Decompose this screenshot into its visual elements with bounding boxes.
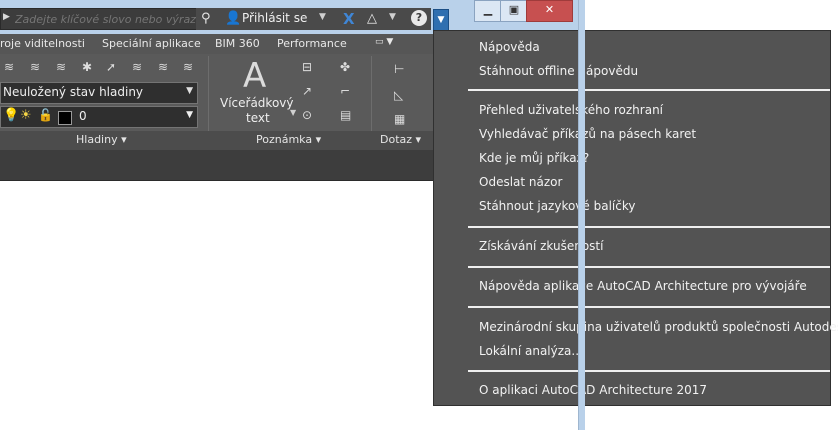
layer-dropdown[interactable]: 💡 ☀ 🔓 0 ▼: [0, 106, 198, 128]
maximize-button[interactable]: ▣: [500, 0, 528, 22]
layer-state-label: Neuložený stav hladiny: [3, 85, 144, 99]
layer-tool-icon[interactable]: ✱: [82, 60, 92, 74]
a360-dropdown-icon[interactable]: ▼: [389, 12, 396, 22]
layer-state-dropdown[interactable]: Neuložený stav hladiny ▼: [0, 82, 198, 104]
sun-icon[interactable]: ☀: [20, 108, 32, 123]
panel-title-bar: Hladiny ▾ Poznámka ▾ Dotaz ▾: [0, 131, 433, 150]
window-frame-edge: [578, 0, 585, 430]
table-icon[interactable]: ▤: [340, 108, 351, 122]
measure-icon[interactable]: ⊢: [394, 62, 404, 76]
layer-tool-icon[interactable]: ≋: [158, 60, 168, 74]
menu-item-where-is-my-command[interactable]: Kde je můj příkaz?: [479, 151, 589, 165]
menu-separator: [468, 266, 830, 268]
close-button[interactable]: ✕: [526, 0, 573, 22]
help-dropdown-button[interactable]: ▼: [433, 9, 449, 31]
panel-title-annotation[interactable]: Poznámka ▾: [256, 133, 321, 146]
sign-in-button[interactable]: Přihlásit se: [242, 11, 307, 25]
menu-item-ui-overview[interactable]: Přehled uživatelského rozhraní: [479, 103, 663, 117]
chevron-down-icon[interactable]: ▼: [186, 86, 193, 96]
layer-tool-icon[interactable]: ≋: [30, 60, 40, 74]
lock-icon[interactable]: 🔓: [38, 108, 53, 122]
multiline-text-label[interactable]: text: [246, 111, 270, 125]
minimize-button[interactable]: ▁: [474, 0, 502, 22]
layer-tool-icon[interactable]: ➚: [106, 60, 116, 74]
layer-tool-icon[interactable]: ≋: [4, 60, 14, 74]
panel-title-layers[interactable]: Hladiny ▾: [76, 133, 127, 146]
search-box[interactable]: ▶: [0, 8, 199, 30]
menu-item-autodesk-user-group[interactable]: Mezinárodní skupina uživatelů produktů s…: [479, 320, 838, 334]
calculator-icon[interactable]: ▦: [394, 112, 405, 126]
dimension-icon[interactable]: ⊟: [302, 60, 312, 74]
a360-icon[interactable]: △: [367, 11, 377, 27]
tab-performance[interactable]: Performance: [277, 37, 347, 50]
layer-color-swatch[interactable]: [58, 111, 72, 125]
menu-separator: [468, 89, 830, 91]
leader-icon[interactable]: ↗: [302, 84, 312, 98]
tab-visibility-tools[interactable]: roje viditelnosti: [0, 37, 85, 50]
ribbon-minimize-icon[interactable]: ▭ ▼: [375, 37, 393, 47]
sign-in-dropdown-icon[interactable]: ▼: [319, 12, 326, 22]
menu-separator: [468, 370, 830, 372]
menu-item-send-feedback[interactable]: Odeslat názor: [479, 175, 562, 189]
ribbon-bottom-strip: [0, 150, 433, 181]
search-expand-icon[interactable]: ▶: [3, 12, 10, 22]
menu-item-download-offline-help[interactable]: Stáhnout offline nápovědu: [479, 64, 638, 78]
panel-title-query[interactable]: Dotaz ▾: [380, 133, 421, 146]
layer-tool-icon[interactable]: ≋: [56, 60, 66, 74]
ribbon-tab-bar: roje viditelnosti Speciální aplikace BIM…: [0, 34, 433, 54]
menu-item-developer-help[interactable]: Nápověda aplikace AutoCAD Architecture p…: [479, 279, 807, 293]
infocenter-toolbar: ⚲ 👤 Přihlásit se ▼ X △ ▼ ?: [196, 8, 431, 30]
menu-separator: [468, 306, 830, 308]
help-menu: Nápověda Stáhnout offline nápovědu Přehl…: [433, 30, 838, 406]
linear-dim-icon[interactable]: ⌐: [340, 84, 350, 98]
lightbulb-icon[interactable]: 💡: [3, 108, 19, 123]
table-tool-icon[interactable]: ⊙: [302, 108, 312, 122]
area-icon[interactable]: ◺: [394, 88, 403, 102]
help-icon[interactable]: ?: [411, 10, 427, 26]
menu-item-about[interactable]: O aplikaci AutoCAD Architecture 2017: [479, 383, 707, 397]
multiline-text-label[interactable]: Víceřádkový: [220, 96, 294, 110]
binoculars-icon[interactable]: ⚲: [201, 11, 211, 27]
chevron-down-icon[interactable]: ▼: [186, 110, 193, 120]
multiline-text-icon[interactable]: A: [243, 56, 266, 96]
multileader-icon[interactable]: ✤: [340, 60, 350, 74]
layer-tool-icon[interactable]: ≋: [183, 60, 193, 74]
tab-special-apps[interactable]: Speciální aplikace: [102, 37, 201, 50]
layer-tool-icon[interactable]: ≋: [132, 60, 142, 74]
search-input[interactable]: [13, 9, 199, 29]
user-icon[interactable]: 👤: [225, 11, 241, 27]
menu-item-local-analysis[interactable]: Lokální analýza...: [479, 344, 583, 358]
menu-separator: [468, 226, 830, 228]
menu-item-ribbon-command-finder[interactable]: Vyhledávač příkazů na pásech karet: [479, 127, 696, 141]
menu-item-download-language-packs[interactable]: Stáhnout jazykové balíčky: [479, 199, 635, 213]
tab-bim360[interactable]: BIM 360: [215, 37, 260, 50]
chevron-down-icon[interactable]: ▼: [290, 108, 296, 117]
current-layer-label: 0: [79, 109, 87, 123]
exchange-apps-icon[interactable]: X: [343, 11, 355, 27]
menu-item-help[interactable]: Nápověda: [479, 40, 540, 54]
